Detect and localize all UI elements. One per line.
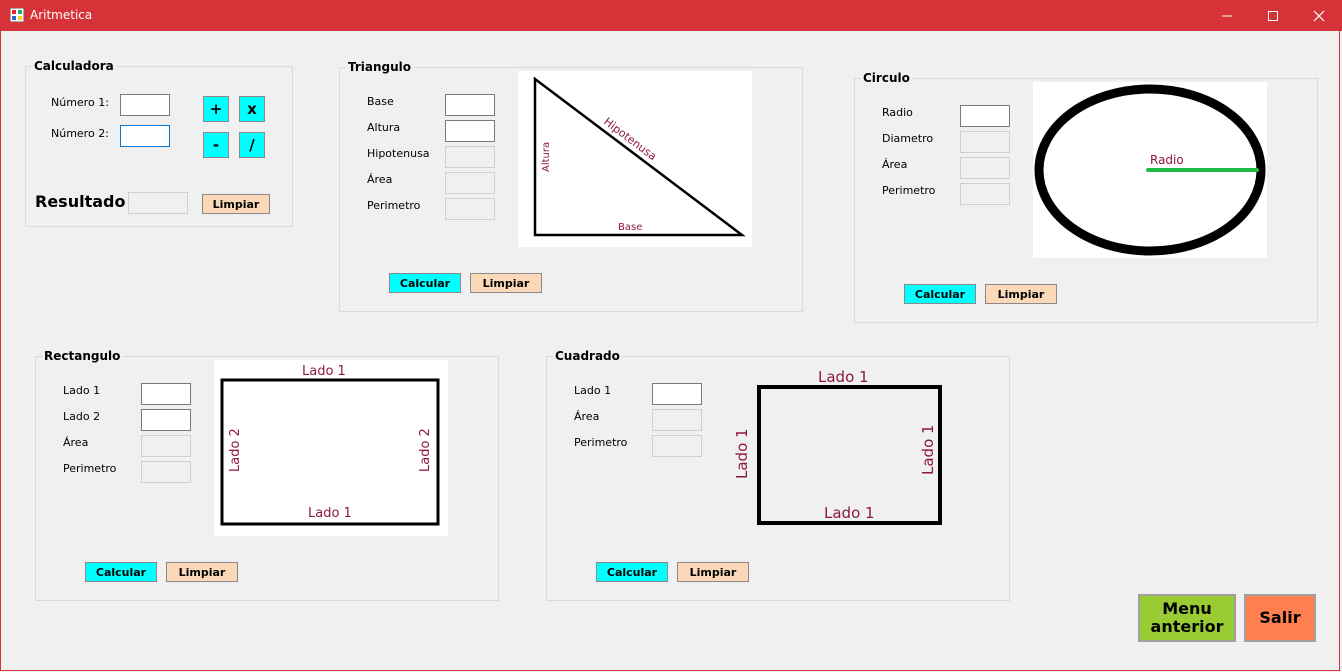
tri-limpiar-button[interactable]: Limpiar [470, 273, 542, 293]
minimize-button[interactable] [1204, 0, 1250, 31]
cua-lado1-input[interactable] [652, 383, 702, 405]
tri-base-input[interactable] [445, 94, 495, 116]
cir-diametro-label: Diametro [882, 132, 934, 145]
calculadora-limpiar-button[interactable]: Limpiar [202, 194, 270, 214]
tri-calcular-button[interactable]: Calcular [389, 273, 461, 293]
cuadrado-title: Cuadrado [553, 349, 622, 363]
rect-left-lado2-text: Lado 2 [228, 428, 243, 472]
tri-hipotenusa-label: Hipotenusa [367, 147, 430, 160]
window-title: Aritmetica [30, 8, 93, 22]
menu-line1: Menu [1162, 599, 1212, 618]
tri-area-output [445, 172, 495, 194]
tri-perimetro-label: Perimetro [367, 199, 421, 212]
tri-perimetro-output [445, 198, 495, 220]
tri-area-label: Área [367, 173, 393, 186]
triangle-altura-text: Altura [541, 142, 552, 172]
cir-perimetro-label: Perimetro [882, 184, 936, 197]
close-button[interactable] [1296, 0, 1342, 31]
square-left-lado1-text: Lado 1 [733, 428, 751, 479]
square-right-lado1-text: Lado 1 [919, 424, 937, 475]
cua-lado1-label: Lado 1 [574, 384, 612, 397]
rectangulo-group: Rectangulo Lado 1 Lado 2 Área Perimetro … [35, 349, 499, 601]
cuadrado-group: Cuadrado Lado 1 Área Perimetro Lado 1 La… [546, 349, 1010, 601]
app-icon [10, 8, 24, 22]
cua-limpiar-button[interactable]: Limpiar [677, 562, 749, 582]
menu-anterior-button[interactable]: Menu anterior [1138, 594, 1236, 642]
tri-hipotenusa-output [445, 146, 495, 168]
cir-radio-input[interactable] [960, 105, 1010, 127]
cua-perimetro-output [652, 435, 702, 457]
triangulo-title: Triangulo [346, 60, 414, 74]
menu-anterior-label: Menu anterior [1151, 600, 1224, 636]
cir-area-label: Área [882, 158, 908, 171]
cir-radio-label: Radio [882, 106, 913, 119]
rec-perimetro-output [141, 461, 191, 483]
numero2-input[interactable] [120, 125, 170, 147]
triangle-base-text: Base [618, 222, 642, 233]
divide-button[interactable]: / [239, 132, 265, 158]
cir-limpiar-button[interactable]: Limpiar [985, 284, 1057, 304]
numero1-input[interactable] [120, 94, 170, 116]
cua-area-label: Área [574, 410, 600, 423]
cua-perimetro-label: Perimetro [574, 436, 628, 449]
tri-altura-input[interactable] [445, 120, 495, 142]
cir-diametro-output [960, 131, 1010, 153]
rec-lado2-label: Lado 2 [63, 410, 101, 423]
cua-calcular-button[interactable]: Calcular [596, 562, 668, 582]
rec-limpiar-button[interactable]: Limpiar [166, 562, 238, 582]
triangulo-group: Triangulo Base Altura Hipotenusa Área Pe… [339, 60, 803, 312]
rec-lado1-input[interactable] [141, 383, 191, 405]
circulo-group: Circulo Radio Diametro Área Perimetro Ra… [854, 71, 1318, 323]
resultado-label: Resultado [35, 192, 126, 211]
subtract-button[interactable]: - [203, 132, 229, 158]
rec-area-label: Área [63, 436, 89, 449]
rec-lado2-input[interactable] [141, 409, 191, 431]
salir-button[interactable]: Salir [1244, 594, 1316, 642]
menu-line2: anterior [1150, 617, 1224, 636]
rec-lado1-label: Lado 1 [63, 384, 101, 397]
rect-top-lado1-text: Lado 1 [302, 364, 346, 379]
rect-right-lado2-text: Lado 2 [418, 428, 433, 472]
add-button[interactable]: + [203, 96, 229, 122]
resultado-output [128, 192, 188, 214]
circle-image: Radio [1033, 82, 1267, 258]
multiply-button[interactable]: x [239, 96, 265, 122]
calculadora-group: Calculadora Número 1: Número 2: + x - / … [25, 59, 293, 227]
minimize-icon [1222, 15, 1232, 16]
circulo-title: Circulo [861, 71, 912, 85]
square-bottom-lado1-text: Lado 1 [824, 504, 875, 522]
numero1-label: Número 1: [51, 96, 109, 109]
rect-bottom-lado1-text: Lado 1 [308, 506, 352, 521]
cir-calcular-button[interactable]: Calcular [904, 284, 976, 304]
maximize-icon [1268, 10, 1278, 21]
tri-altura-label: Altura [367, 121, 401, 134]
cua-area-output [652, 409, 702, 431]
rectangulo-title: Rectangulo [42, 349, 123, 363]
cir-area-output [960, 157, 1010, 179]
square-image: Lado 1 Lado 1 Lado 1 Lado 1 [715, 365, 955, 537]
triangle-hipotenusa-text: Hipotenusa [601, 115, 659, 163]
rec-perimetro-label: Perimetro [63, 462, 117, 475]
rec-calcular-button[interactable]: Calcular [85, 562, 157, 582]
numero2-label: Número 2: [51, 127, 109, 140]
circle-radio-text: Radio [1150, 153, 1184, 167]
triangle-image: Hipotenusa Altura Base [518, 71, 752, 247]
tri-base-label: Base [367, 95, 394, 108]
close-icon [1313, 10, 1325, 21]
maximize-button[interactable] [1250, 0, 1296, 31]
rectangle-image: Lado 1 Lado 1 Lado 2 Lado 2 [214, 360, 448, 536]
calculadora-title: Calculadora [32, 59, 116, 73]
title-bar: Aritmetica [0, 0, 1342, 31]
cir-perimetro-output [960, 183, 1010, 205]
rec-area-output [141, 435, 191, 457]
square-top-lado1-text: Lado 1 [818, 368, 869, 386]
